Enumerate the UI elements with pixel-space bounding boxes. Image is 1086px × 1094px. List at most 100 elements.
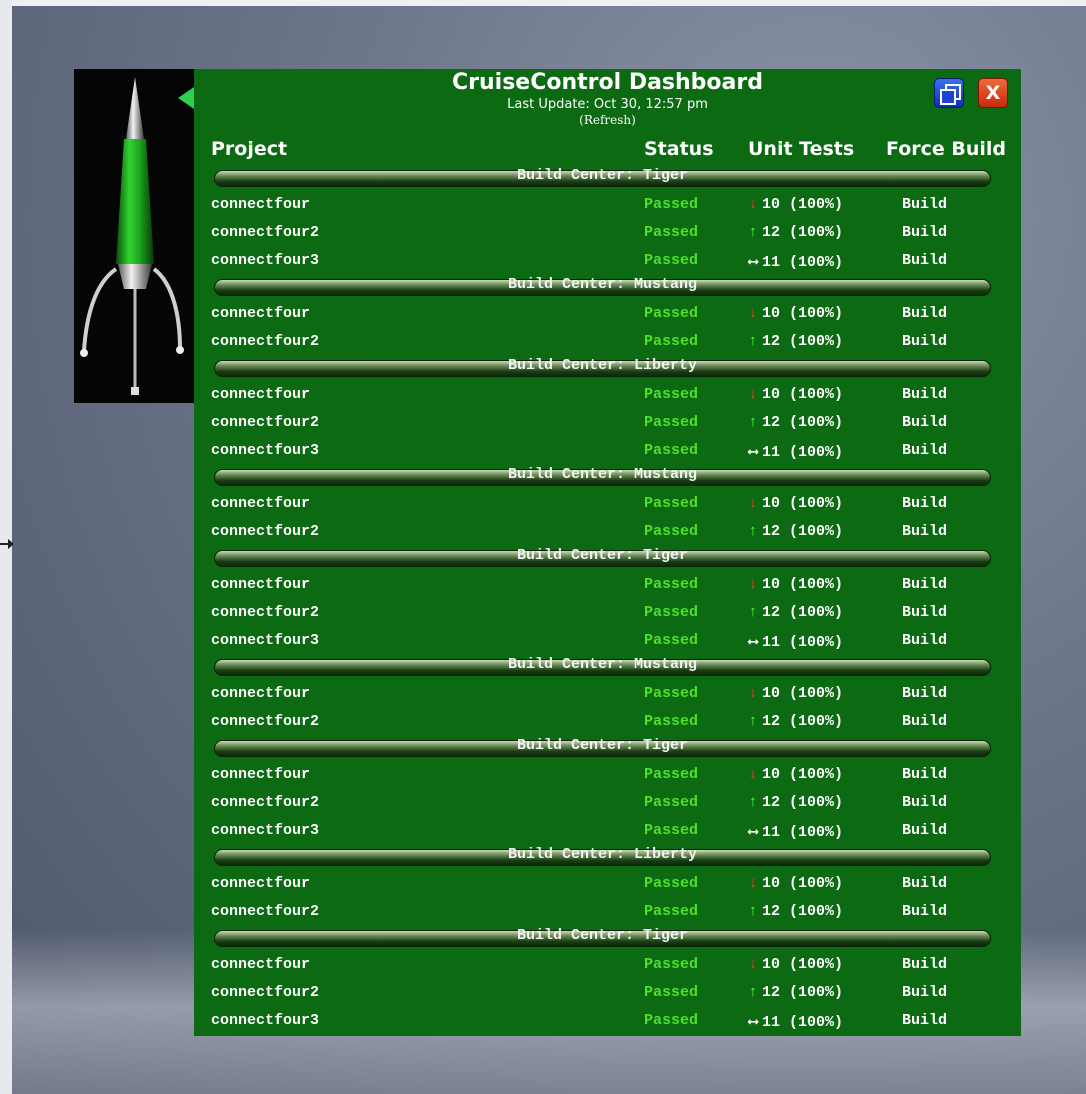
force-build-button[interactable]: Build xyxy=(902,685,947,702)
force-build-button[interactable]: Build xyxy=(902,386,947,403)
project-name: connectfour xyxy=(211,305,311,322)
close-button[interactable]: X xyxy=(978,78,1008,108)
force-build-button[interactable]: Build xyxy=(902,252,947,269)
force-build-button[interactable]: Build xyxy=(902,875,947,892)
build-center-separator: Build Center: Mustang xyxy=(214,655,991,680)
unit-tests-value: 11 (100%) xyxy=(762,824,844,841)
table-row: connectfour3 Passed ⟷ 11 (100%) Build xyxy=(194,627,1021,655)
unit-tests-value: 12 (100%) xyxy=(762,794,844,811)
project-name: connectfour3 xyxy=(211,1012,320,1029)
force-build-button[interactable]: Build xyxy=(902,305,947,322)
table-row: connectfour2 Passed ↑ 12 (100%) Build xyxy=(194,328,1021,356)
status-badge: Passed xyxy=(644,713,699,730)
project-name: connectfour2 xyxy=(211,903,320,920)
status-badge: Passed xyxy=(644,523,699,540)
table-row: connectfour Passed ↓ 10 (100%) Build xyxy=(194,951,1021,979)
force-build-button[interactable]: Build xyxy=(902,956,947,973)
collapse-arrow-icon[interactable] xyxy=(178,87,194,109)
status-badge: Passed xyxy=(644,956,699,973)
table-row: connectfour Passed ↓ 10 (100%) Build xyxy=(194,680,1021,708)
table-row: connectfour3 Passed ⟷ 11 (100%) Build xyxy=(194,817,1021,845)
force-build-button[interactable]: Build xyxy=(902,822,947,839)
unit-tests-cell: ↓ 10 (100%) xyxy=(746,766,843,783)
table-row: connectfour Passed ↓ 10 (100%) Build xyxy=(194,761,1021,789)
force-build-button[interactable]: Build xyxy=(902,196,947,213)
project-name: connectfour2 xyxy=(211,523,320,540)
project-name: connectfour xyxy=(211,875,311,892)
status-badge: Passed xyxy=(644,442,699,459)
build-center-label: Build Center: Tiger xyxy=(516,167,689,184)
unit-tests-cell: ⟷ 11 (100%) xyxy=(746,442,843,461)
status-badge: Passed xyxy=(644,196,699,213)
header-unit-tests: Unit Tests xyxy=(748,138,855,160)
force-build-button[interactable]: Build xyxy=(902,333,947,350)
trend-up-icon: ↑ xyxy=(748,713,758,730)
trend-up-icon: ↑ xyxy=(748,523,758,540)
table-row: connectfour Passed ↓ 10 (100%) Build xyxy=(194,870,1021,898)
project-name: connectfour2 xyxy=(211,414,320,431)
build-center-label: Build Center: Tiger xyxy=(516,927,689,944)
unit-tests-value: 10 (100%) xyxy=(762,875,844,892)
status-badge: Passed xyxy=(644,224,699,241)
unit-tests-cell: ↑ 12 (100%) xyxy=(746,903,843,920)
table-row: connectfour2 Passed ↑ 12 (100%) Build xyxy=(194,409,1021,437)
trend-up-icon: ↑ xyxy=(748,414,758,431)
unit-tests-value: 11 (100%) xyxy=(762,634,844,651)
project-name: connectfour2 xyxy=(211,794,320,811)
force-build-button[interactable]: Build xyxy=(902,495,947,512)
trend-down-icon: ↓ xyxy=(748,875,758,892)
force-build-button[interactable]: Build xyxy=(902,224,947,241)
status-badge: Passed xyxy=(644,495,699,512)
refresh-link[interactable]: (Refresh) xyxy=(194,113,1021,127)
unit-tests-cell: ↑ 12 (100%) xyxy=(746,794,843,811)
force-build-button[interactable]: Build xyxy=(902,1012,947,1029)
trend-flat-icon: ⟷ xyxy=(748,1014,758,1031)
unit-tests-value: 10 (100%) xyxy=(762,956,844,973)
build-center-separator: Build Center: Tiger xyxy=(214,546,991,571)
force-build-button[interactable]: Build xyxy=(902,984,947,1001)
unit-tests-cell: ⟷ 11 (100%) xyxy=(746,1012,843,1031)
force-build-button[interactable]: Build xyxy=(902,604,947,621)
unit-tests-cell: ↓ 10 (100%) xyxy=(746,386,843,403)
force-build-button[interactable]: Build xyxy=(902,523,947,540)
force-build-button[interactable]: Build xyxy=(902,794,947,811)
rocket-icon xyxy=(80,77,184,395)
trend-up-icon: ↑ xyxy=(748,984,758,1001)
unit-tests-cell: ↓ 10 (100%) xyxy=(746,196,843,213)
trend-flat-icon: ⟷ xyxy=(748,824,758,841)
force-build-button[interactable]: Build xyxy=(902,442,947,459)
project-name: connectfour2 xyxy=(211,333,320,350)
trend-down-icon: ↓ xyxy=(748,685,758,702)
project-name: connectfour xyxy=(211,495,311,512)
table-row: connectfour2 Passed ↑ 12 (100%) Build xyxy=(194,979,1021,1007)
status-badge: Passed xyxy=(644,984,699,1001)
unit-tests-cell: ↓ 10 (100%) xyxy=(746,305,843,322)
build-center-separator: Build Center: Tiger xyxy=(214,926,991,951)
table-row: connectfour Passed ↓ 10 (100%) Build xyxy=(194,300,1021,328)
trend-down-icon: ↓ xyxy=(748,305,758,322)
table-row: connectfour3 Passed ⟷ 11 (100%) Build xyxy=(194,437,1021,465)
force-build-button[interactable]: Build xyxy=(902,903,947,920)
restore-window-button[interactable] xyxy=(934,78,964,108)
restore-icon-front xyxy=(940,89,956,105)
status-badge: Passed xyxy=(644,875,699,892)
unit-tests-value: 10 (100%) xyxy=(762,386,844,403)
unit-tests-cell: ⟷ 11 (100%) xyxy=(746,822,843,841)
trend-down-icon: ↓ xyxy=(748,495,758,512)
unit-tests-value: 12 (100%) xyxy=(762,333,844,350)
page-title: CruiseControl Dashboard xyxy=(452,70,763,95)
last-update: Last Update: Oct 30, 12:57 pm xyxy=(507,97,708,112)
force-build-button[interactable]: Build xyxy=(902,766,947,783)
force-build-button[interactable]: Build xyxy=(902,713,947,730)
unit-tests-value: 10 (100%) xyxy=(762,685,844,702)
build-list: Build Center: Tiger connectfour Passed ↓ 10 … xyxy=(194,166,1021,1035)
unit-tests-cell: ↑ 12 (100%) xyxy=(746,414,843,431)
unit-tests-cell: ↓ 10 (100%) xyxy=(746,495,843,512)
status-badge: Passed xyxy=(644,576,699,593)
force-build-button[interactable]: Build xyxy=(902,576,947,593)
force-build-button[interactable]: Build xyxy=(902,414,947,431)
force-build-button[interactable]: Build xyxy=(902,632,947,649)
unit-tests-value: 10 (100%) xyxy=(762,766,844,783)
project-name: connectfour xyxy=(211,576,311,593)
status-badge: Passed xyxy=(644,822,699,839)
